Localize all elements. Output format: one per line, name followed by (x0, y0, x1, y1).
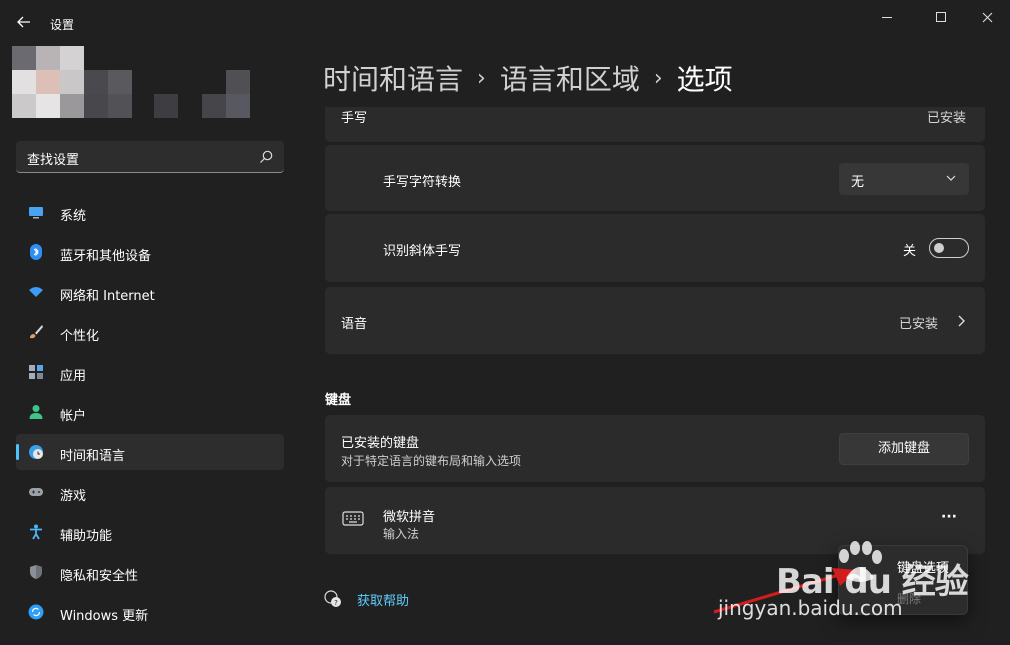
page-title: 选项 (676, 63, 733, 96)
search-icon[interactable] (258, 149, 274, 165)
sidebar-item-label: 个性化 (60, 329, 100, 344)
add-keyboard-button[interactable]: 添加键盘 (839, 433, 969, 465)
sidebar-item-label: 应用 (60, 369, 87, 384)
keyboard-item-name: 微软拼音 (383, 510, 436, 525)
search-box[interactable]: 查找设置 (16, 141, 284, 173)
sidebar-item-label: 蓝牙和其他设备 (60, 249, 152, 264)
installed-keyboards-title: 已安装的键盘 (341, 436, 420, 451)
handwriting-card[interactable]: 手写 已安装 (325, 107, 985, 142)
sidebar-item-bluetooth[interactable]: 蓝牙和其他设备 (16, 234, 284, 270)
more-options-button[interactable]: ··· (941, 509, 957, 525)
search-input[interactable]: 查找设置 (27, 149, 79, 168)
sidebar-item-time-language[interactable]: 时间和语言 (16, 434, 284, 470)
watermark: Bai du 经验 jingyan.baidu.com (718, 540, 976, 630)
minimize-button[interactable] (864, 6, 910, 28)
get-help-link[interactable]: ? 获取帮助 (323, 589, 409, 609)
chevron-right-icon: › (653, 65, 663, 91)
sidebar-item-label: Windows 更新 (60, 609, 149, 624)
get-help-label: 获取帮助 (357, 593, 410, 609)
watermark-url: jingyan.baidu.com (718, 596, 903, 620)
accessibility-icon (30, 524, 42, 540)
close-icon (982, 12, 992, 22)
chevron-down-icon (946, 175, 956, 181)
keyboard-section-title: 键盘 (325, 393, 352, 408)
handwriting-card-clip: 手写 已安装 (325, 107, 985, 142)
toggle-knob (934, 243, 944, 253)
handwriting-label: 手写 (341, 111, 368, 126)
keyboard-item-type: 输入法 (383, 527, 420, 541)
minimize-icon (882, 16, 892, 18)
sidebar-item-label: 游戏 (60, 489, 87, 504)
bluetooth-icon (30, 244, 42, 260)
sidebar-item-label: 网络和 Internet (60, 289, 155, 304)
speech-label: 语音 (341, 317, 368, 332)
sidebar-item-network[interactable]: 网络和 Internet (16, 274, 284, 310)
breadcrumb-language-region[interactable]: 语言和区域 (500, 58, 640, 98)
toggle-state-label: 关 (903, 244, 917, 259)
sidebar-item-personalization[interactable]: 个性化 (16, 314, 284, 350)
shield-icon (30, 565, 42, 579)
italic-handwriting-card: 识别斜体手写 关 (325, 214, 985, 282)
sidebar-item-label: 隐私和安全性 (60, 569, 139, 584)
sidebar-nav: 系统 蓝牙和其他设备 网络和 Internet 个性化 应用 帐户 时间和语言 … (16, 194, 284, 634)
char-conversion-card: 手写字符转换 无 (325, 145, 985, 211)
help-icon: ? (324, 590, 341, 607)
sidebar-item-accounts[interactable]: 帐户 (16, 394, 284, 430)
breadcrumb-time-language[interactable]: 时间和语言 (323, 58, 463, 98)
sidebar-item-privacy[interactable]: 隐私和安全性 (16, 554, 284, 590)
sidebar-item-label: 帐户 (60, 409, 87, 424)
gamepad-icon (29, 488, 43, 496)
char-conversion-dropdown[interactable]: 无 (839, 163, 969, 195)
breadcrumb: 时间和语言 › 语言和区域 › 选项 (323, 58, 733, 98)
handwriting-status: 已安装 (927, 111, 967, 126)
apps-icon (29, 365, 43, 379)
globe-clock-icon (29, 445, 43, 459)
update-icon (28, 604, 44, 620)
title-bar: 设置 (0, 0, 1010, 46)
installed-keyboards-desc: 对于特定语言的键布局和输入选项 (341, 454, 522, 468)
maximize-icon (936, 12, 946, 22)
sidebar-item-label: 时间和语言 (60, 449, 126, 464)
speech-status: 已安装 (899, 317, 939, 332)
installed-keyboards-card: 已安装的键盘 对于特定语言的键布局和输入选项 添加键盘 (325, 415, 985, 482)
back-arrow-svg (17, 16, 30, 28)
monitor-icon (29, 207, 43, 219)
close-button[interactable] (964, 6, 1010, 28)
sidebar-item-gaming[interactable]: 游戏 (16, 474, 284, 510)
char-conversion-label: 手写字符转换 (383, 175, 462, 190)
app-title: 设置 (50, 18, 75, 32)
wifi-icon (29, 287, 43, 297)
back-arrow-icon[interactable] (12, 12, 36, 36)
brush-icon (30, 325, 43, 339)
sidebar-item-accessibility[interactable]: 辅助功能 (16, 514, 284, 550)
italic-handwriting-toggle[interactable] (929, 238, 969, 258)
chevron-right-icon: › (477, 65, 486, 91)
sidebar-item-windows-update[interactable]: Windows 更新 (16, 594, 284, 630)
sidebar-item-apps[interactable]: 应用 (16, 354, 284, 390)
dropdown-value: 无 (851, 175, 865, 190)
sidebar-item-system[interactable]: 系统 (16, 194, 284, 230)
chevron-right-icon (958, 315, 965, 327)
account-avatar[interactable] (12, 46, 250, 118)
italic-handwriting-label: 识别斜体手写 (383, 244, 462, 259)
svg-text:?: ? (334, 599, 338, 607)
keyboard-icon (342, 511, 364, 526)
speech-card[interactable]: 语音 已安装 (325, 287, 985, 354)
sidebar-item-label: 系统 (60, 209, 87, 224)
maximize-button[interactable] (918, 6, 964, 28)
sidebar-item-label: 辅助功能 (60, 529, 113, 544)
person-icon (29, 405, 43, 419)
